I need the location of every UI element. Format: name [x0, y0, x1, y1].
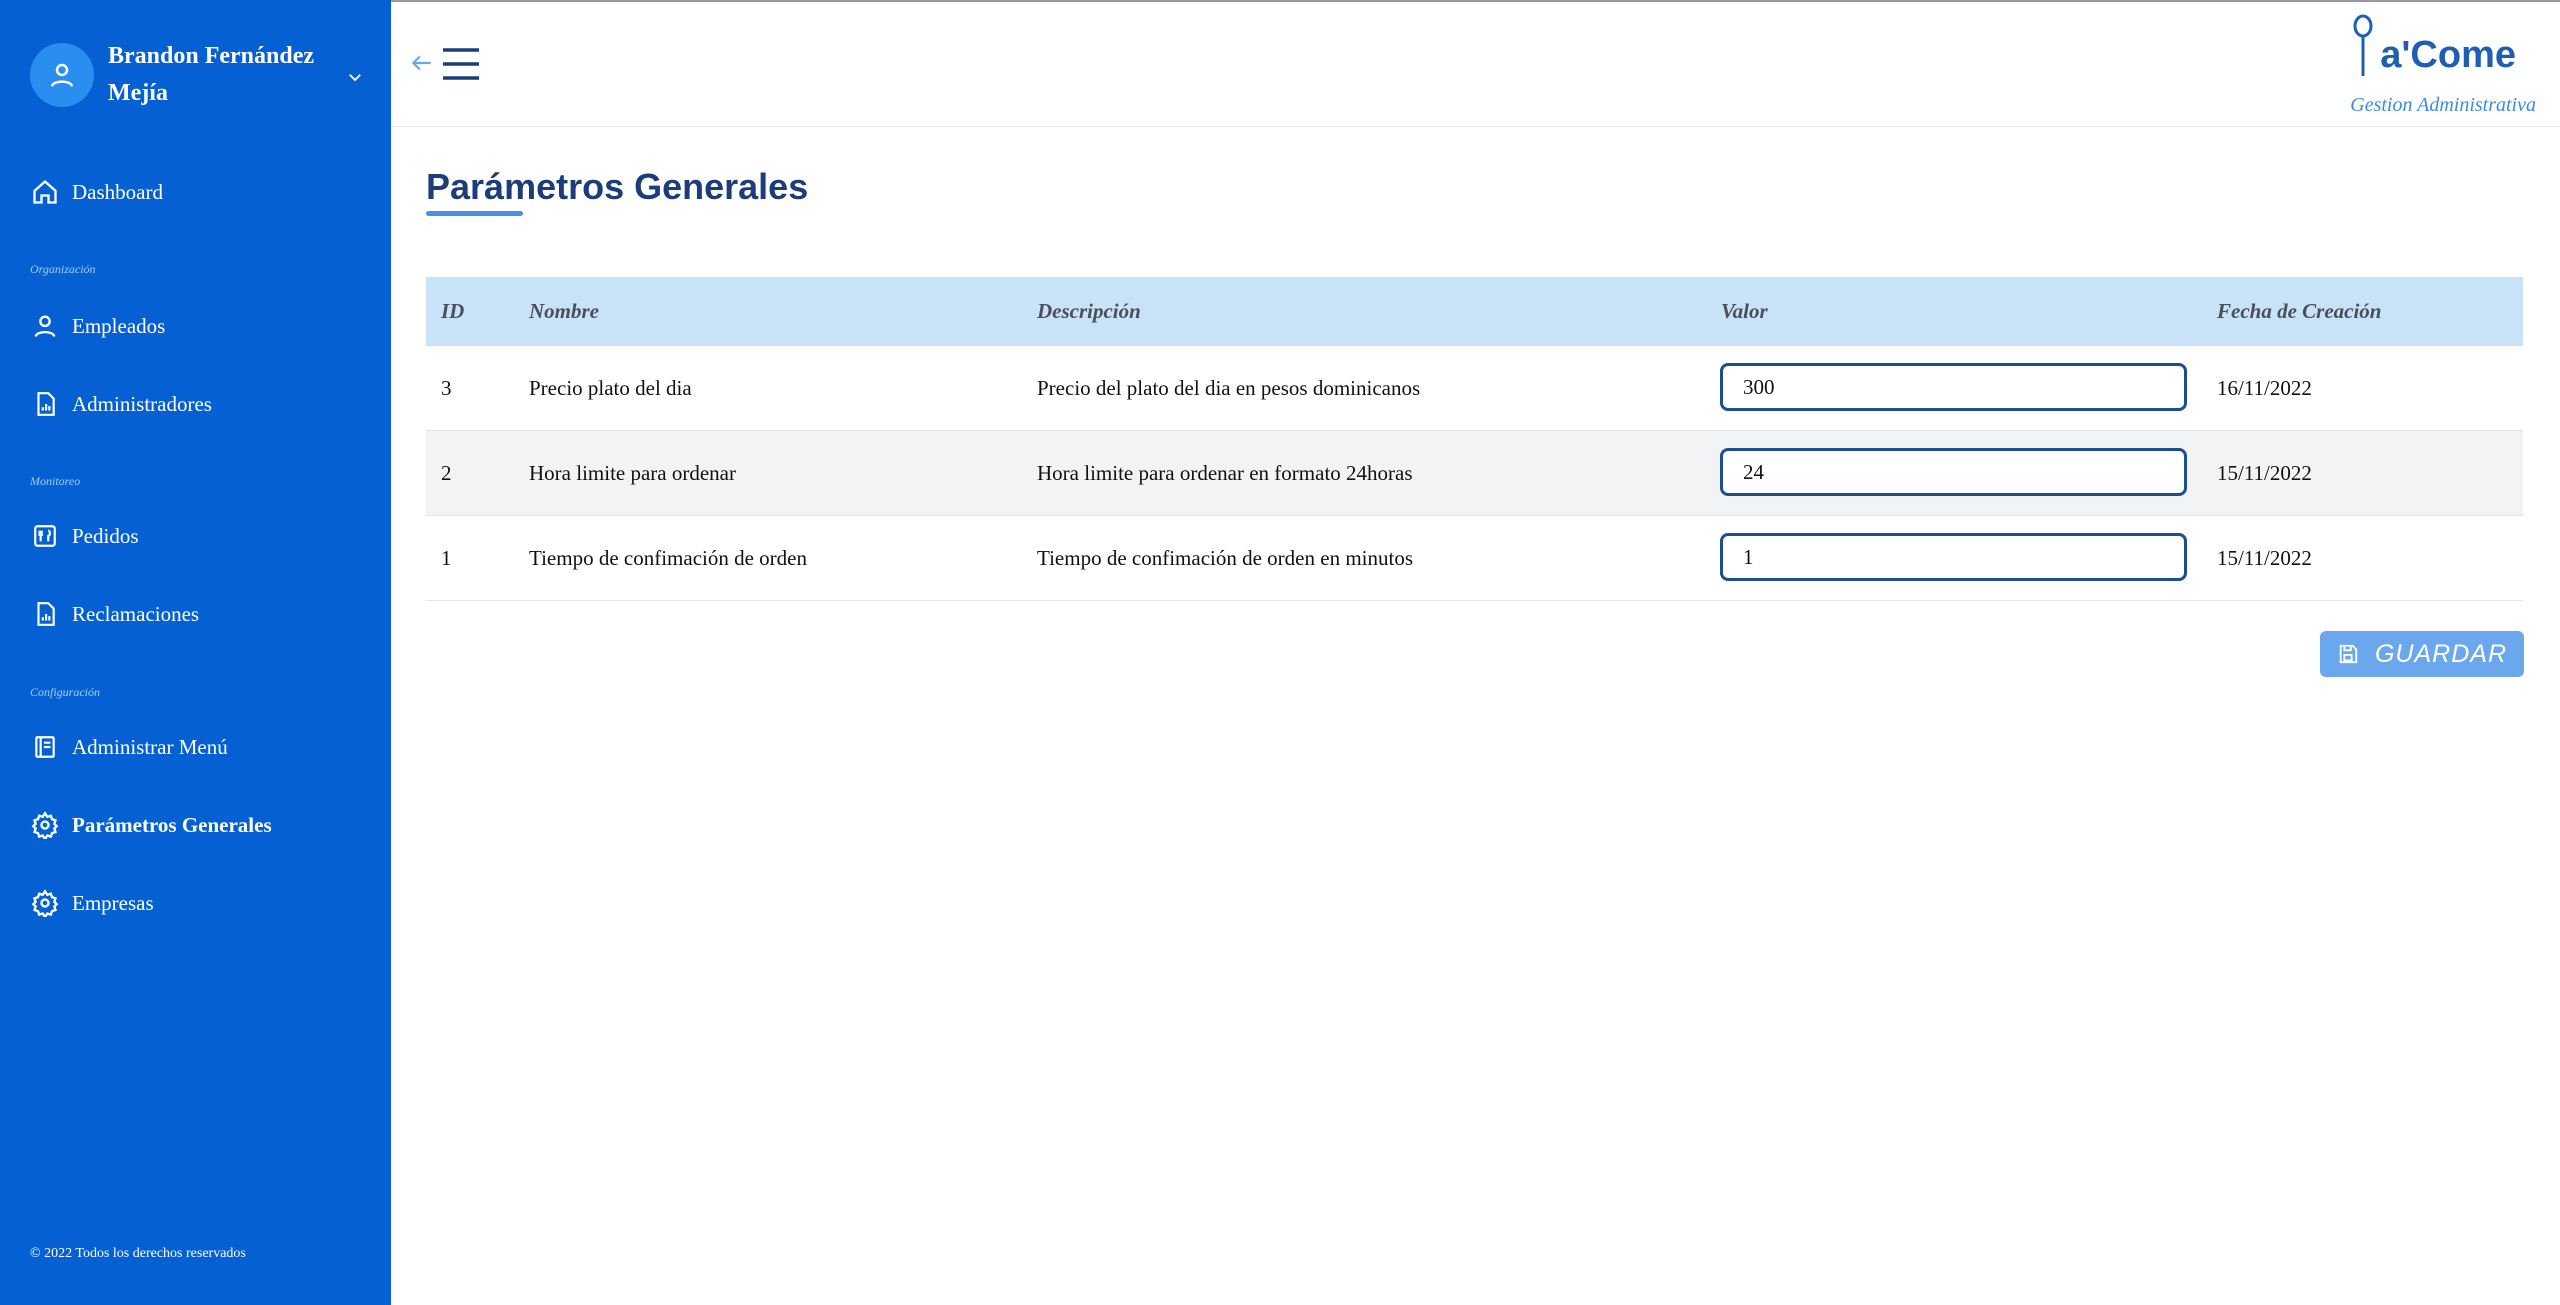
cell-id: 2: [441, 461, 452, 485]
hamburger-menu-icon[interactable]: [441, 46, 481, 87]
column-header-descripcion: Descripción: [1037, 299, 1141, 323]
top-bar: a'Come Gestion Administrativa: [391, 0, 2560, 127]
parameters-table: ID Nombre Descripción Valor Fecha de Cre…: [426, 277, 2523, 601]
home-icon: [30, 177, 60, 207]
cell-descripcion: Precio del plato del dia en pesos domini…: [1037, 376, 1421, 400]
back-arrow-icon[interactable]: [409, 50, 435, 81]
sidebar-item-label: Parámetros Generales: [72, 812, 272, 837]
cell-nombre: Precio plato del dia: [529, 376, 692, 400]
chevron-down-icon[interactable]: [340, 62, 370, 92]
column-header-id: ID: [441, 299, 465, 323]
cell-fecha: 16/11/2022: [2217, 376, 2312, 400]
column-header-nombre: Nombre: [529, 299, 599, 323]
value-input[interactable]: [1720, 448, 2187, 496]
report-icon: [30, 389, 60, 419]
sidebar-item-empresas[interactable]: Empresas: [30, 883, 370, 923]
sidebar-item-label: Dashboard: [72, 179, 163, 204]
report-icon: [30, 599, 60, 629]
cell-nombre: Tiempo de confimación de orden: [529, 546, 807, 570]
title-underline: [426, 211, 523, 216]
spoon-icon: [2353, 14, 2373, 76]
cell-id: 1: [441, 546, 452, 570]
sidebar-item-label: Empresas: [72, 890, 154, 915]
sidebar-item-pedidos[interactable]: Pedidos: [30, 516, 370, 556]
user-icon: [30, 311, 60, 341]
value-input[interactable]: [1720, 533, 2187, 581]
table-row: 3 Precio plato del dia Precio del plato …: [426, 346, 2523, 431]
sidebar-item-parametros-generales[interactable]: Parámetros Generales: [30, 805, 370, 845]
sidebar-item-label: Reclamaciones: [72, 601, 200, 626]
menu-book-icon: [30, 732, 60, 762]
cell-descripcion: Tiempo de confimación de orden en minuto…: [1037, 546, 1413, 570]
sidebar-item-reclamaciones[interactable]: Reclamaciones: [30, 594, 370, 634]
copyright: © 2022 Todos los derechos reservados: [30, 1246, 246, 1261]
gear-icon: [30, 810, 60, 840]
sidebar-item-label: Pedidos: [72, 523, 139, 548]
section-label-configuracion: Configuración: [30, 685, 101, 699]
app-logo: a'Come Gestion Administrativa: [2316, 14, 2536, 122]
cell-nombre: Hora limite para ordenar: [529, 461, 736, 485]
save-button-label: GUARDAR: [2374, 639, 2507, 668]
user-menu[interactable]: Brandon Fernández Mejía: [30, 40, 370, 110]
user-name: Brandon Fernández Mejía: [108, 43, 315, 106]
cell-fecha: 15/11/2022: [2217, 461, 2312, 485]
sidebar-item-dashboard[interactable]: Dashboard: [30, 172, 370, 212]
page-title: Parámetros Generales: [426, 166, 809, 207]
sidebar-item-administrar-menu[interactable]: Administrar Menú: [30, 727, 370, 767]
cell-fecha: 15/11/2022: [2217, 546, 2312, 570]
table-row: 1 Tiempo de confimación de orden Tiempo …: [426, 516, 2523, 601]
sidebar-item-label: Administrar Menú: [72, 734, 228, 759]
table-header: ID Nombre Descripción Valor Fecha de Cre…: [426, 277, 2523, 346]
gear-icon: [30, 888, 60, 918]
logo-subtitle: Gestion Administrativa: [2350, 94, 2536, 116]
save-button[interactable]: GUARDAR: [2320, 631, 2524, 677]
cell-id: 3: [441, 376, 452, 400]
sidebar-item-label: Empleados: [72, 313, 166, 338]
user-icon: [50, 63, 74, 87]
sidebar: Brandon Fernández Mejía Dashboard Organi…: [0, 0, 391, 1305]
cell-descripcion: Hora limite para ordenar en formato 24ho…: [1037, 461, 1413, 485]
section-label-organizacion: Organización: [30, 262, 96, 276]
sidebar-item-empleados[interactable]: Empleados: [30, 306, 370, 346]
floppy-disk-icon: [2337, 643, 2359, 665]
column-header-valor: Valor: [1721, 299, 1768, 323]
sidebar-item-label: Administradores: [72, 391, 212, 416]
utensils-icon: [30, 521, 60, 551]
avatar: [30, 43, 94, 107]
logo-text: a'Come: [2380, 34, 2516, 76]
table-row: 2 Hora limite para ordenar Hora limite p…: [426, 431, 2523, 516]
section-label-monitoreo: Monitoreo: [30, 474, 81, 488]
column-header-fecha: Fecha de Creación: [2217, 299, 2382, 323]
value-input[interactable]: [1720, 363, 2187, 411]
sidebar-item-administradores[interactable]: Administradores: [30, 384, 370, 424]
